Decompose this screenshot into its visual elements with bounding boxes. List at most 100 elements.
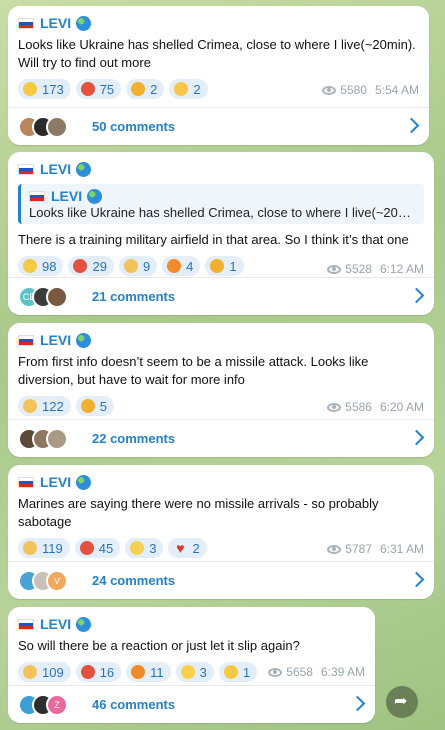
reaction-count: 11 — [150, 664, 164, 680]
party-popper-icon — [80, 399, 95, 413]
author-name[interactable]: LEVI — [40, 616, 71, 632]
reaction-chip[interactable]: ♥ 2 — [168, 538, 207, 558]
reaction-chip[interactable]: 1 — [205, 256, 244, 276]
reply-quote[interactable]: LEVI Looks like Ukraine has shelled Crim… — [18, 184, 424, 224]
globe-icon — [76, 616, 92, 632]
message-time: 6:12 AM — [379, 262, 424, 276]
globe-icon — [76, 15, 92, 31]
reaction-count: 4 — [186, 258, 194, 274]
party-popper-icon — [210, 259, 225, 273]
reactions-row: 119 45 3 ♥ 2 5787 6:31 AM — [8, 531, 434, 558]
message-bubble[interactable]: LEVI So will there be a reaction or just… — [8, 607, 375, 723]
reaction-chip[interactable]: 4 — [162, 256, 201, 276]
reactions-row: 98 29 9 4 1 5528 6:12 AM — [8, 249, 434, 276]
comments-button[interactable]: V 24 comments — [8, 561, 434, 599]
reaction-chip[interactable]: 45 — [74, 538, 121, 558]
reaction-count: 75 — [99, 81, 115, 97]
author-name[interactable]: LEVI — [40, 332, 71, 348]
reaction-chip[interactable]: 122 — [18, 396, 71, 416]
message-bubble[interactable]: LEVI Marines are saying there were no mi… — [8, 465, 434, 599]
reaction-chip[interactable]: 75 — [75, 79, 122, 99]
reaction-chip[interactable]: 3 — [125, 538, 164, 558]
reaction-count: 2 — [193, 81, 201, 97]
reaction-count: 98 — [42, 258, 57, 274]
globe-icon — [76, 332, 92, 348]
reaction-chip[interactable]: 1 — [218, 662, 258, 682]
avatar: Z — [46, 693, 68, 716]
comments-button[interactable]: 22 comments — [8, 419, 434, 457]
reaction-chip[interactable]: 11 — [126, 662, 171, 682]
reaction-chip[interactable]: 29 — [68, 256, 114, 276]
reaction-count: 1 — [229, 258, 237, 274]
message-author[interactable]: LEVI — [8, 607, 375, 633]
comments-button[interactable]: Z 46 comments — [8, 685, 375, 723]
eye-icon — [268, 667, 283, 677]
eye-icon — [327, 264, 342, 274]
message-time: 6:31 AM — [379, 542, 424, 556]
reaction-chip[interactable]: 2 — [169, 79, 208, 99]
message-bubble[interactable]: LEVI Looks like Ukraine has shelled Crim… — [8, 6, 429, 145]
commenter-avatars — [18, 427, 88, 450]
reaction-count: 5 — [99, 398, 107, 414]
reaction-chip[interactable]: 9 — [118, 256, 158, 276]
author-name[interactable]: LEVI — [40, 161, 71, 177]
globe-icon — [76, 161, 92, 177]
commenter-avatars: Z — [18, 693, 88, 716]
reaction-count: 3 — [199, 664, 207, 680]
author-name[interactable]: LEVI — [40, 474, 71, 490]
reaction-chip[interactable]: 5 — [75, 396, 114, 416]
reaction-chip[interactable]: 119 — [18, 538, 70, 558]
share-button[interactable] — [386, 686, 418, 718]
russia-flag-icon — [18, 476, 34, 488]
comments-button[interactable]: 50 comments — [8, 107, 429, 145]
russia-flag-icon — [18, 163, 34, 175]
comments-label: 50 comments — [92, 119, 176, 134]
avatar: V — [46, 569, 68, 592]
angry-face-icon — [79, 541, 94, 555]
commenter-avatars — [18, 115, 88, 138]
sad-face-icon — [23, 259, 37, 273]
comments-button[interactable]: CB 21 comments — [8, 277, 434, 315]
party-popper-icon — [131, 82, 146, 96]
reaction-count: 45 — [98, 540, 114, 556]
globe-icon — [87, 188, 103, 204]
avatar — [46, 427, 68, 450]
grinning-face-icon — [180, 665, 195, 679]
comments-label: 21 comments — [92, 289, 176, 304]
reaction-chip[interactable]: 3 — [175, 662, 214, 682]
angry-face-icon — [80, 82, 95, 96]
message-author[interactable]: LEVI — [8, 152, 434, 178]
reaction-chip[interactable]: 173 — [18, 79, 71, 99]
angry-face-icon — [80, 665, 95, 679]
message-author[interactable]: LEVI — [8, 6, 429, 32]
comments-label: 22 comments — [92, 431, 176, 446]
reaction-chip[interactable]: 16 — [75, 662, 122, 682]
avatar — [46, 115, 68, 138]
comments-label: 24 comments — [92, 573, 176, 588]
fire-icon — [131, 665, 146, 679]
message-bubble[interactable]: LEVI From first info doesn’t seem to be … — [8, 323, 434, 457]
reaction-count: 9 — [142, 258, 151, 274]
message-author[interactable]: LEVI — [8, 465, 434, 491]
reaction-count: 122 — [42, 398, 64, 414]
russia-flag-icon — [18, 17, 34, 29]
reaction-count: 109 — [42, 664, 64, 680]
reaction-chip[interactable]: 2 — [126, 79, 165, 99]
reaction-count: 173 — [42, 81, 64, 97]
comments-label: 46 comments — [92, 697, 176, 712]
message-meta: 5580 5:54 AM — [322, 83, 419, 97]
reaction-count: 2 — [150, 81, 158, 97]
reaction-chip[interactable]: 98 — [18, 256, 64, 276]
commenter-avatars: CB — [18, 285, 88, 308]
message-author[interactable]: LEVI — [8, 323, 434, 349]
message-bubble[interactable]: LEVI LEVI Looks like Ukraine has shelled… — [8, 152, 434, 315]
reaction-chip[interactable]: 109 — [18, 662, 71, 682]
chevron-right-icon — [349, 695, 366, 712]
thumbs-up-icon — [23, 541, 37, 555]
message-text: So will there be a reaction or just let … — [18, 638, 300, 653]
sad-face-icon — [223, 665, 238, 679]
commenter-avatars: V — [18, 569, 88, 592]
chevron-right-icon — [408, 429, 425, 446]
eye-icon — [322, 85, 337, 95]
author-name[interactable]: LEVI — [40, 15, 71, 31]
